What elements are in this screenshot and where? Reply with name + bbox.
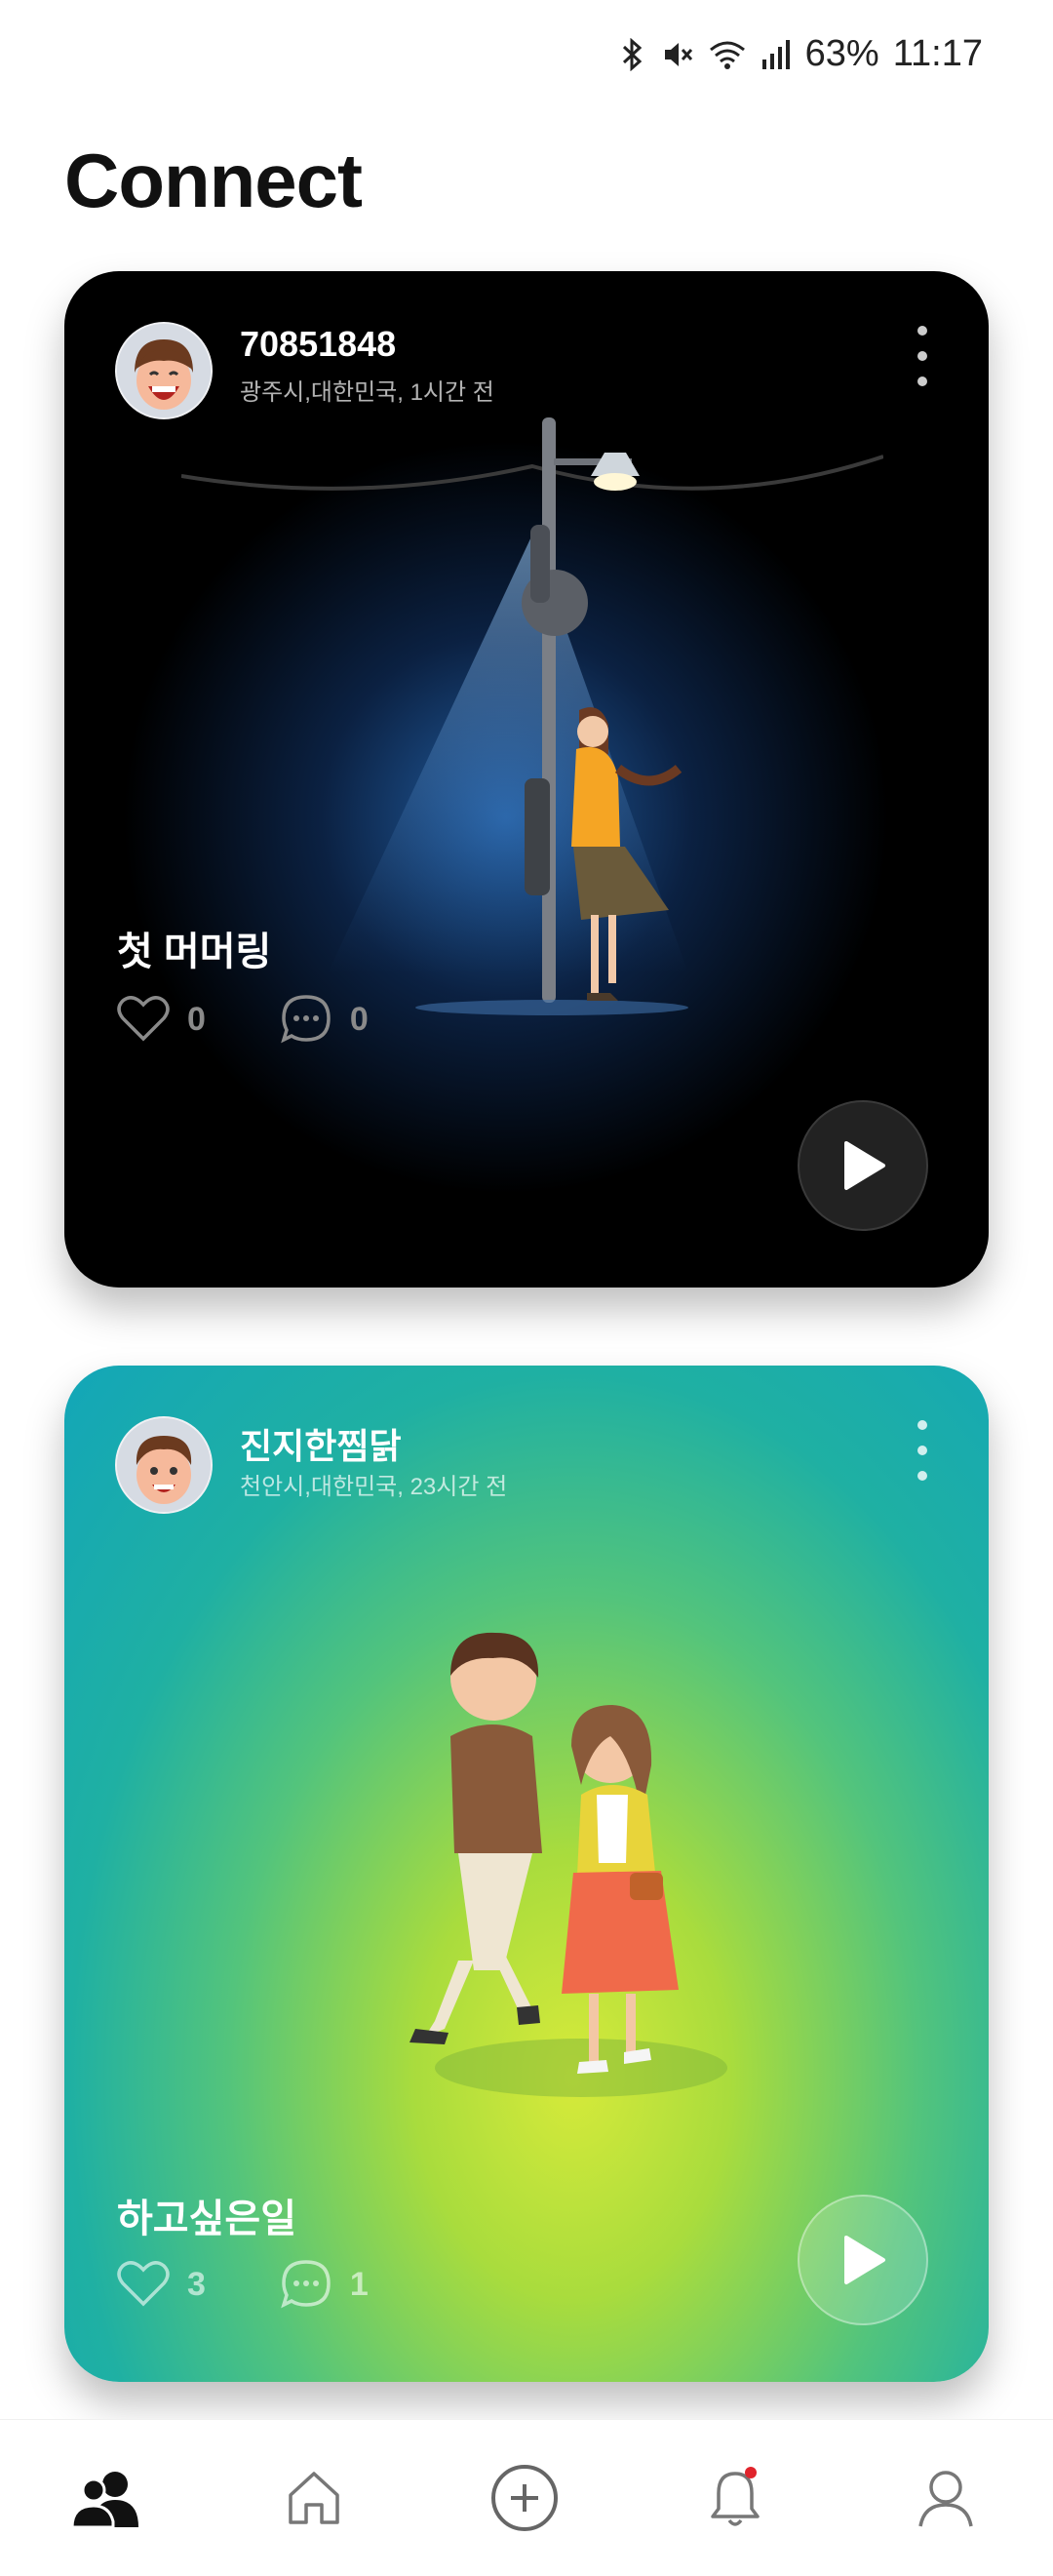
- comment-count: 1: [349, 2265, 369, 2303]
- author-name[interactable]: 70851848: [240, 324, 396, 365]
- more-options-icon[interactable]: [913, 1420, 932, 1481]
- home-icon: [289, 2472, 339, 2524]
- like-count: 0: [187, 1000, 206, 1038]
- heart-icon: [117, 996, 170, 1042]
- nav-home[interactable]: [265, 2449, 363, 2547]
- post-title: 하고싶은일: [117, 2198, 296, 2240]
- play-button[interactable]: [798, 2195, 928, 2325]
- comment-button[interactable]: 1: [280, 2258, 369, 2311]
- play-icon: [844, 1141, 885, 1190]
- play-button[interactable]: [798, 1100, 928, 1231]
- profile-icon: [918, 2471, 973, 2527]
- signal-icon: [761, 39, 790, 69]
- page-title: Connect: [64, 138, 363, 223]
- comment-button[interactable]: 0: [280, 993, 369, 1046]
- notification-badge: [745, 2467, 757, 2478]
- clock: 11:17: [892, 33, 983, 74]
- status-icons: 63% 11:17: [618, 33, 983, 75]
- post-title: 첫 머머링: [117, 931, 272, 973]
- post-meta: 천안시,대한민국, 23시간 전: [240, 1474, 508, 1500]
- status-bar: 63% 11:17: [0, 0, 1053, 107]
- post-stats: 0 0: [117, 993, 443, 1046]
- comment-icon: [281, 2260, 331, 2309]
- couple-walking-illustration: [410, 1632, 727, 2097]
- nav-add[interactable]: [476, 2449, 573, 2547]
- battery-level: 63%: [804, 33, 879, 74]
- bottom-navigation: [0, 2419, 1053, 2576]
- bluetooth-icon: [622, 37, 642, 71]
- heart-icon: [117, 2261, 170, 2307]
- author-name[interactable]: 진지한찜닭: [240, 1418, 402, 1469]
- nav-notifications[interactable]: [686, 2449, 784, 2547]
- post-card[interactable]: 70851848 광주시,대한민국, 1시간 전 첫 머머링 0 0: [64, 271, 989, 1288]
- mute-icon: [664, 42, 692, 66]
- avatar[interactable]: [115, 322, 213, 419]
- streetlamp-illustration: [181, 417, 883, 1015]
- avatar[interactable]: [115, 1416, 213, 1514]
- play-icon: [844, 2236, 885, 2284]
- add-icon: [491, 2465, 558, 2531]
- connect-icon: [70, 2472, 138, 2529]
- like-button[interactable]: 3: [117, 2260, 206, 2309]
- wifi-icon: [709, 41, 745, 69]
- post-card[interactable]: 진지한찜닭 천안시,대한민국, 23시간 전 하고싶은일 3 1: [64, 1366, 989, 2382]
- post-meta: 광주시,대한민국, 1시간 전: [240, 379, 494, 406]
- nav-connect[interactable]: [57, 2449, 154, 2547]
- more-options-icon[interactable]: [913, 326, 932, 386]
- avatar-face-icon: [117, 1418, 211, 1512]
- like-button[interactable]: 0: [117, 995, 206, 1044]
- post-stats: 3 1: [117, 2258, 443, 2311]
- nav-profile[interactable]: [897, 2449, 994, 2547]
- comment-icon: [281, 995, 331, 1044]
- comment-count: 0: [349, 1000, 369, 1038]
- avatar-face-icon: [117, 324, 211, 417]
- like-count: 3: [187, 2265, 206, 2303]
